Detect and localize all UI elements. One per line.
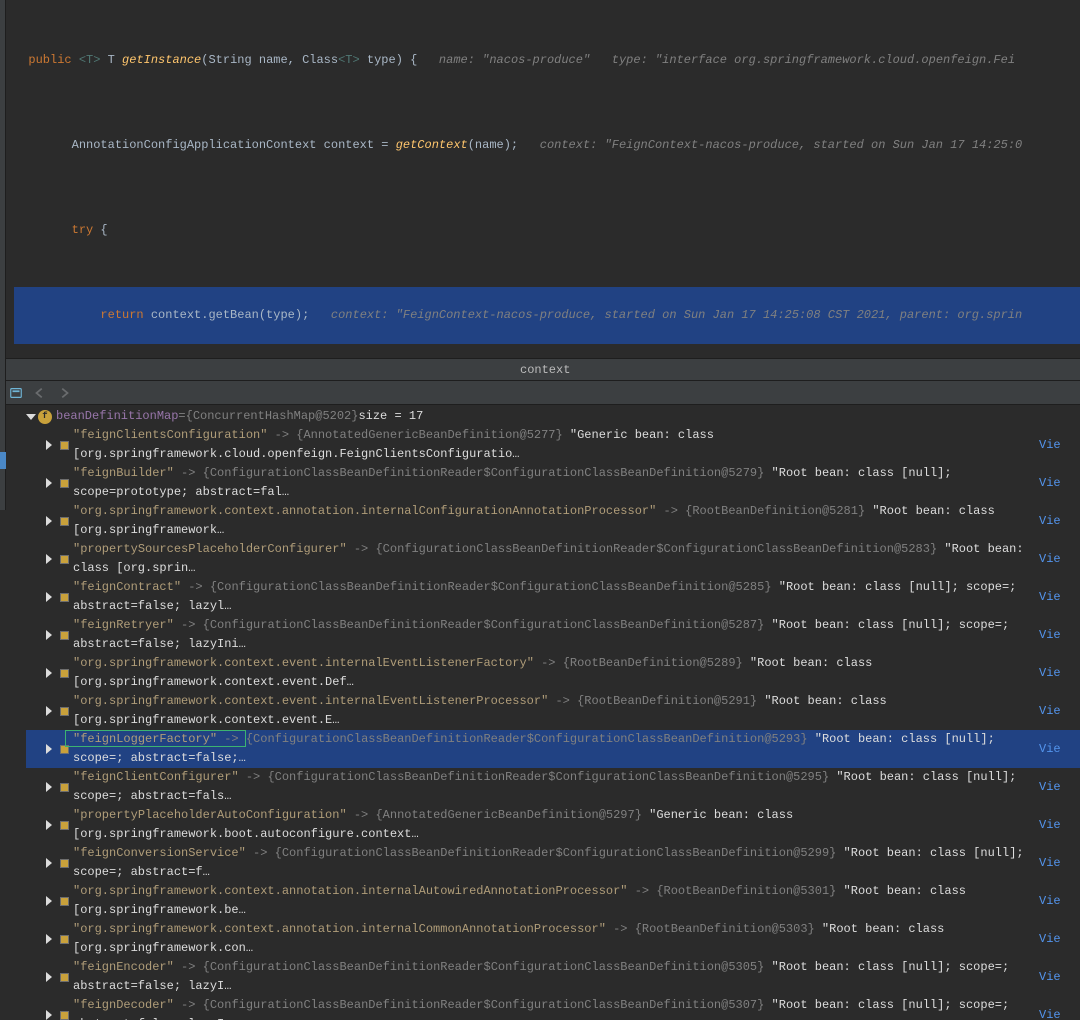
map-entry-icon [62, 937, 67, 942]
map-entry[interactable]: feignContract -> {ConfigurationClassBean… [26, 578, 1080, 616]
view-link[interactable]: Vie [1039, 436, 1061, 455]
expand-toggle-icon[interactable] [46, 896, 52, 906]
map-entry-icon [62, 595, 67, 600]
map-entry[interactable]: feignBuilder -> {ConfigurationClassBeanD… [26, 464, 1080, 502]
map-entry-icon [62, 975, 67, 980]
map-key: feignClientsConfiguration [73, 428, 267, 442]
map-entry[interactable]: org.springframework.context.annotation.i… [26, 502, 1080, 540]
map-entry-icon [62, 481, 67, 486]
view-link[interactable]: Vie [1039, 626, 1061, 645]
map-key: feignEncoder [73, 960, 174, 974]
tool-window-indicator [0, 452, 6, 469]
history-back-icon[interactable] [32, 385, 48, 401]
view-link[interactable]: Vie [1039, 664, 1061, 683]
view-link[interactable]: Vie [1039, 930, 1061, 949]
expand-toggle-icon[interactable] [46, 858, 52, 868]
map-entry[interactable]: feignClientConfigurer -> {ConfigurationC… [26, 768, 1080, 806]
field-badge-icon: f [38, 410, 52, 424]
map-entry[interactable]: org.springframework.context.annotation.i… [26, 920, 1080, 958]
map-key: org.springframework.context.event.intern… [73, 656, 534, 670]
evaluate-expression-icon[interactable] [8, 385, 24, 401]
view-link[interactable]: Vie [1039, 816, 1061, 835]
map-entry-icon [62, 823, 67, 828]
map-entry[interactable]: org.springframework.context.event.intern… [26, 692, 1080, 730]
variables-tree[interactable]: f beanDefinitionMap = {ConcurrentHashMap… [6, 405, 1080, 1020]
expand-toggle-icon[interactable] [46, 972, 52, 982]
map-entry-icon [62, 557, 67, 562]
map-key: org.springframework.context.annotation.i… [73, 504, 656, 518]
map-entry[interactable]: org.springframework.context.annotation.i… [26, 882, 1080, 920]
expand-toggle-icon[interactable] [46, 516, 52, 526]
context-breadcrumb: context [0, 358, 1080, 381]
code-line-4-current: return context.getBean(type); context: "… [14, 287, 1080, 344]
map-entry[interactable]: org.springframework.context.event.intern… [26, 654, 1080, 692]
code-line-2: AnnotationConfigApplicationContext conte… [14, 117, 1080, 174]
view-link[interactable]: Vie [1039, 968, 1061, 987]
view-link[interactable]: Vie [1039, 740, 1061, 759]
expand-toggle-icon[interactable] [46, 592, 52, 602]
map-entry-icon [62, 747, 67, 752]
view-link[interactable]: Vie [1039, 588, 1061, 607]
view-link[interactable]: Vie [1039, 550, 1061, 569]
map-key: propertyPlaceholderAutoConfiguration [73, 808, 347, 822]
map-entry-icon [62, 899, 67, 904]
map-entry[interactable]: feignRetryer -> {ConfigurationClassBeanD… [26, 616, 1080, 654]
map-key: feignClientConfigurer [73, 770, 239, 784]
map-key: feignRetryer [73, 618, 174, 632]
expand-toggle-icon[interactable] [46, 934, 52, 944]
view-link[interactable]: Vie [1039, 854, 1061, 873]
history-forward-icon[interactable] [56, 385, 72, 401]
map-entry-icon [62, 443, 67, 448]
expand-toggle-icon[interactable] [26, 414, 36, 420]
variable-name: beanDefinitionMap [56, 407, 178, 426]
map-entry[interactable]: feignLoggerFactory -> {ConfigurationClas… [26, 730, 1080, 768]
map-key: feignConversionService [73, 846, 246, 860]
view-link[interactable]: Vie [1039, 512, 1061, 531]
view-link[interactable]: Vie [1039, 1006, 1061, 1020]
map-key: org.springframework.context.event.intern… [73, 694, 548, 708]
editor-gutter [0, 0, 6, 510]
map-entry-icon [62, 785, 67, 790]
map-entry[interactable]: feignDecoder -> {ConfigurationClassBeanD… [26, 996, 1080, 1020]
map-entry-icon [62, 861, 67, 866]
expand-toggle-icon[interactable] [46, 630, 52, 640]
expand-toggle-icon[interactable] [46, 744, 52, 754]
view-link[interactable]: Vie [1039, 778, 1061, 797]
map-key: feignContract [73, 580, 181, 594]
map-key: feignDecoder [73, 998, 174, 1012]
view-link[interactable]: Vie [1039, 892, 1061, 911]
code-editor[interactable]: public <T> T getInstance(String name, Cl… [6, 0, 1080, 358]
map-entry[interactable]: propertyPlaceholderAutoConfiguration -> … [26, 806, 1080, 844]
code-line-3: try { [14, 202, 1080, 259]
expand-toggle-icon[interactable] [46, 1010, 52, 1020]
expand-toggle-icon[interactable] [46, 782, 52, 792]
view-link[interactable]: Vie [1039, 702, 1061, 721]
expand-toggle-icon[interactable] [46, 820, 52, 830]
map-entry[interactable]: feignClientsConfiguration -> {AnnotatedG… [26, 426, 1080, 464]
map-entry-icon [62, 519, 67, 524]
debugger-variables-toolbar [0, 381, 1080, 405]
map-entry[interactable]: feignConversionService -> {Configuration… [26, 844, 1080, 882]
map-entry-icon [62, 1013, 67, 1018]
expand-toggle-icon[interactable] [46, 440, 52, 450]
code-line-1: public <T> T getInstance(String name, Cl… [14, 32, 1080, 89]
view-link[interactable]: Vie [1039, 474, 1061, 493]
map-key: feignBuilder [73, 466, 174, 480]
map-key: org.springframework.context.annotation.i… [73, 922, 606, 936]
expand-toggle-icon[interactable] [46, 554, 52, 564]
expand-toggle-icon[interactable] [46, 478, 52, 488]
tree-node-beanDefinitionMap[interactable]: f beanDefinitionMap = {ConcurrentHashMap… [26, 407, 1080, 426]
map-entry[interactable]: feignEncoder -> {ConfigurationClassBeanD… [26, 958, 1080, 996]
map-entry[interactable]: propertySourcesPlaceholderConfigurer -> … [26, 540, 1080, 578]
map-key: propertySourcesPlaceholderConfigurer [73, 542, 347, 556]
map-key: feignLoggerFactory [73, 732, 217, 746]
map-entry-icon [62, 671, 67, 676]
expand-toggle-icon[interactable] [46, 706, 52, 716]
map-entry-icon [62, 633, 67, 638]
map-entry-icon [62, 709, 67, 714]
expand-toggle-icon[interactable] [46, 668, 52, 678]
map-key: org.springframework.context.annotation.i… [73, 884, 628, 898]
